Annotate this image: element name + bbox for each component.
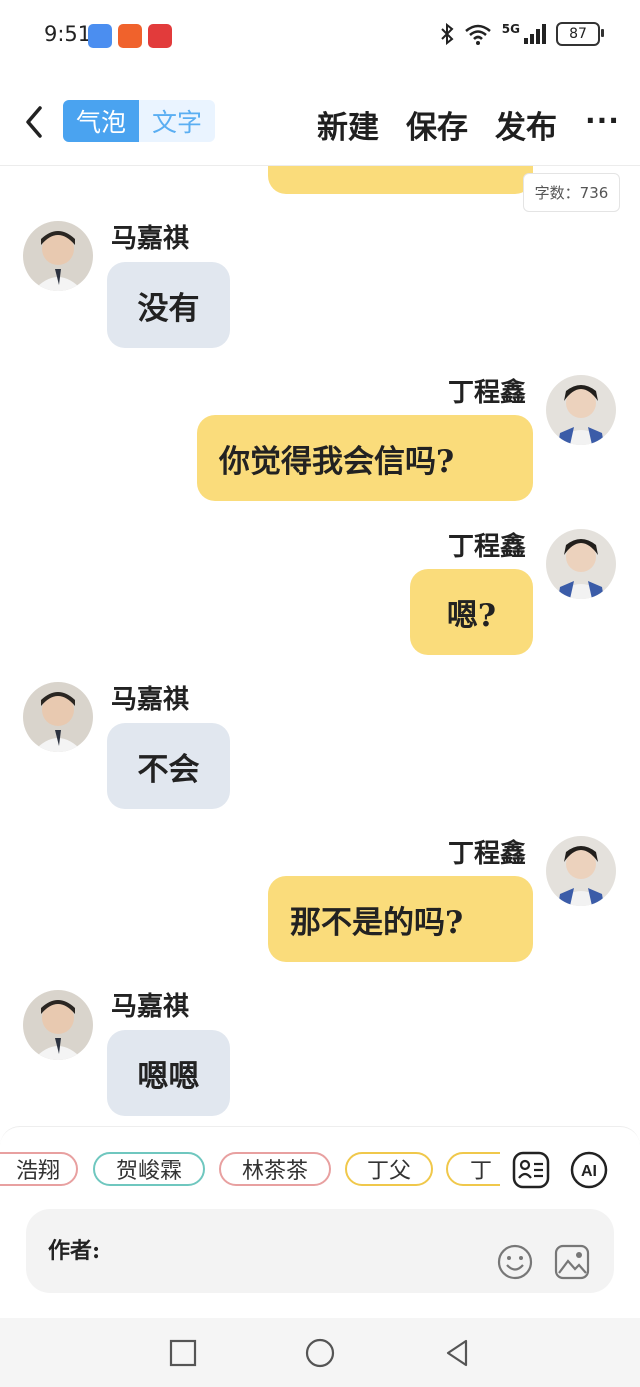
- chat-area[interactable]: 字数：736 马嘉祺 没有 丁程鑫 你觉得我会信吗? 丁程鑫 嗯? 马嘉祺 不会…: [0, 166, 640, 1126]
- compose-panel: 浩翔 贺峻霖 林茶茶 丁父 丁 AI 作者:: [0, 1126, 640, 1319]
- bluetooth-icon: [441, 23, 454, 45]
- mode-toggle: 气泡 文字: [63, 100, 215, 142]
- svg-text:AI: AI: [581, 1163, 597, 1180]
- heart-app-icon: [148, 24, 172, 48]
- message-bubble[interactable]: 嗯嗯: [107, 1030, 230, 1116]
- status-bar: 9:51 5G 87: [0, 0, 640, 72]
- more-menu-button[interactable]: ···: [585, 104, 620, 137]
- character-chip[interactable]: 浩翔: [0, 1152, 78, 1186]
- image-icon[interactable]: [553, 1243, 591, 1281]
- save-button[interactable]: 保存: [406, 102, 468, 147]
- message-bubble[interactable]: 那不是的吗?: [268, 876, 533, 962]
- message-bubble[interactable]: 你觉得我会信吗?: [197, 415, 533, 501]
- new-button[interactable]: 新建: [317, 102, 379, 147]
- sender-name: 马嘉祺: [111, 224, 190, 254]
- message-bubble[interactable]: 嗯?: [410, 569, 533, 655]
- message-text: 嗯?: [446, 597, 497, 634]
- message-bubble[interactable]: 不会: [107, 723, 230, 809]
- sender-name: 马嘉祺: [111, 992, 190, 1022]
- message-bubble-partial[interactable]: [268, 166, 533, 194]
- author-label: 作者:: [48, 1238, 101, 1264]
- message-bubble[interactable]: 没有: [107, 262, 230, 348]
- author-input[interactable]: 作者:: [26, 1209, 614, 1293]
- sender-name: 丁程鑫: [448, 532, 527, 562]
- status-time: 9:51: [44, 22, 92, 46]
- avatar-ma-jiaqi[interactable]: [23, 221, 93, 291]
- battery-icon: 87: [556, 22, 604, 46]
- publish-button[interactable]: 发布: [495, 102, 557, 147]
- recents-icon[interactable]: [166, 1336, 200, 1370]
- avatar-ding-chengxin[interactable]: [546, 836, 616, 906]
- video-app-icon: [118, 24, 142, 48]
- avatar-ma-jiaqi[interactable]: [23, 990, 93, 1060]
- signal-icon: [524, 24, 546, 44]
- emoji-icon[interactable]: [496, 1243, 534, 1281]
- character-list-icon[interactable]: [512, 1151, 550, 1189]
- editor-header: 气泡 文字 新建 保存 发布 ···: [0, 90, 640, 160]
- message-text: 嗯嗯: [137, 1058, 200, 1095]
- character-chip[interactable]: 丁: [446, 1152, 500, 1186]
- back-arrow-icon[interactable]: [20, 102, 50, 142]
- word-count-badge: 字数：736: [523, 173, 620, 212]
- character-chip[interactable]: 贺峻霖: [93, 1152, 205, 1186]
- network-type: 5G: [501, 22, 520, 36]
- tab-bubble[interactable]: 气泡: [63, 100, 139, 142]
- system-nav-bar: [0, 1318, 640, 1387]
- message-text: 那不是的吗?: [290, 904, 464, 941]
- sender-name: 丁程鑫: [448, 839, 527, 869]
- sender-name: 马嘉祺: [111, 685, 190, 715]
- avatar-ding-chengxin[interactable]: [546, 529, 616, 599]
- message-text: 不会: [137, 751, 200, 788]
- tab-text[interactable]: 文字: [139, 100, 215, 142]
- back-icon[interactable]: [440, 1336, 474, 1370]
- avatar-ding-chengxin[interactable]: [546, 375, 616, 445]
- character-chips[interactable]: 浩翔 贺峻霖 林茶茶 丁父 丁: [0, 1149, 500, 1193]
- character-chip[interactable]: 丁父: [345, 1152, 433, 1186]
- character-chip[interactable]: 林茶茶: [219, 1152, 331, 1186]
- home-icon[interactable]: [303, 1336, 337, 1370]
- avatar-ma-jiaqi[interactable]: [23, 682, 93, 752]
- ai-icon[interactable]: AI: [570, 1151, 608, 1189]
- sender-name: 丁程鑫: [448, 378, 527, 408]
- wifi-icon: [464, 24, 491, 45]
- message-text: 你觉得我会信吗?: [219, 443, 455, 480]
- app-store-icon: [88, 24, 112, 48]
- message-text: 没有: [137, 290, 200, 327]
